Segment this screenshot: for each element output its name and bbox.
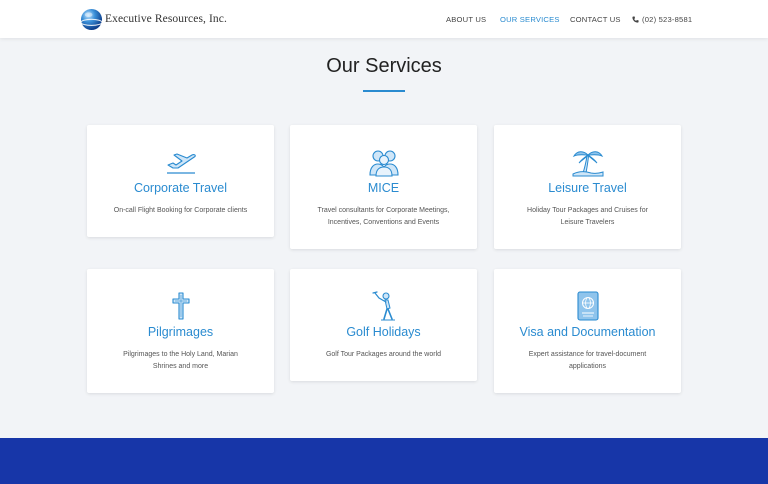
golfer-icon: [290, 291, 477, 321]
service-title[interactable]: Leisure Travel: [494, 181, 681, 195]
nav-about-us[interactable]: ABOUT US: [446, 0, 486, 38]
service-title[interactable]: MICE: [290, 181, 477, 195]
nav-contact-us-label[interactable]: CONTACT US: [570, 15, 621, 24]
airplane-icon: [87, 147, 274, 177]
top-navbar: Executive Resources, Inc. ABOUT US OUR S…: [0, 0, 768, 38]
globe-logo-icon: [80, 8, 103, 30]
footer-band: [0, 438, 768, 484]
phone-number[interactable]: (02) 523-8581: [642, 15, 692, 24]
service-card-visa-documentation[interactable]: Visa and Documentation Expert assistance…: [494, 269, 681, 393]
page-title: Our Services: [326, 55, 442, 77]
service-title[interactable]: Corporate Travel: [87, 181, 274, 195]
service-title[interactable]: Visa and Documentation: [494, 325, 681, 339]
service-card-leisure-travel[interactable]: Leisure Travel Holiday Tour Packages and…: [494, 125, 681, 249]
service-description: Golf Tour Packages around the world: [325, 351, 442, 358]
cross-icon: [87, 291, 274, 321]
palm-tree-icon: [494, 147, 681, 177]
service-card-pilgrimages[interactable]: Pilgrimages Pilgrimages to the Holy Land…: [87, 269, 274, 393]
service-description: Holiday Tour Packages and Cruises for Le…: [527, 207, 648, 226]
service-description: Pilgrimages to the Holy Land, Marian Shr…: [123, 351, 238, 370]
service-description: Expert assistance for travel-document ap…: [528, 351, 647, 370]
logo-text: Executive Resources, Inc.: [105, 13, 227, 25]
service-description: On-call Flight Booking for Corporate cli…: [113, 207, 248, 214]
service-title[interactable]: Pilgrimages: [87, 325, 274, 339]
passport-icon: [494, 291, 681, 321]
phone-icon: [632, 15, 639, 23]
service-card-golf-holidays[interactable]: Golf Holidays Golf Tour Packages around …: [290, 269, 477, 381]
service-card-corporate-travel[interactable]: Corporate Travel On-call Flight Booking …: [87, 125, 274, 237]
service-description: Travel consultants for Corporate Meeting…: [317, 207, 450, 226]
group-people-icon: [290, 147, 477, 177]
nav-contact-us[interactable]: CONTACT US: [570, 0, 621, 38]
nav-about-us-label[interactable]: ABOUT US: [446, 15, 486, 24]
nav-our-services[interactable]: OUR SERVICES: [500, 0, 560, 38]
service-title[interactable]: Golf Holidays: [290, 325, 477, 339]
title-underline: [363, 90, 405, 92]
logo[interactable]: Executive Resources, Inc.: [80, 7, 227, 31]
nav-phone[interactable]: (02) 523-8581: [632, 0, 692, 38]
service-card-mice[interactable]: MICE Travel consultants for Corporate Me…: [290, 125, 477, 249]
nav-our-services-label[interactable]: OUR SERVICES: [500, 15, 560, 24]
